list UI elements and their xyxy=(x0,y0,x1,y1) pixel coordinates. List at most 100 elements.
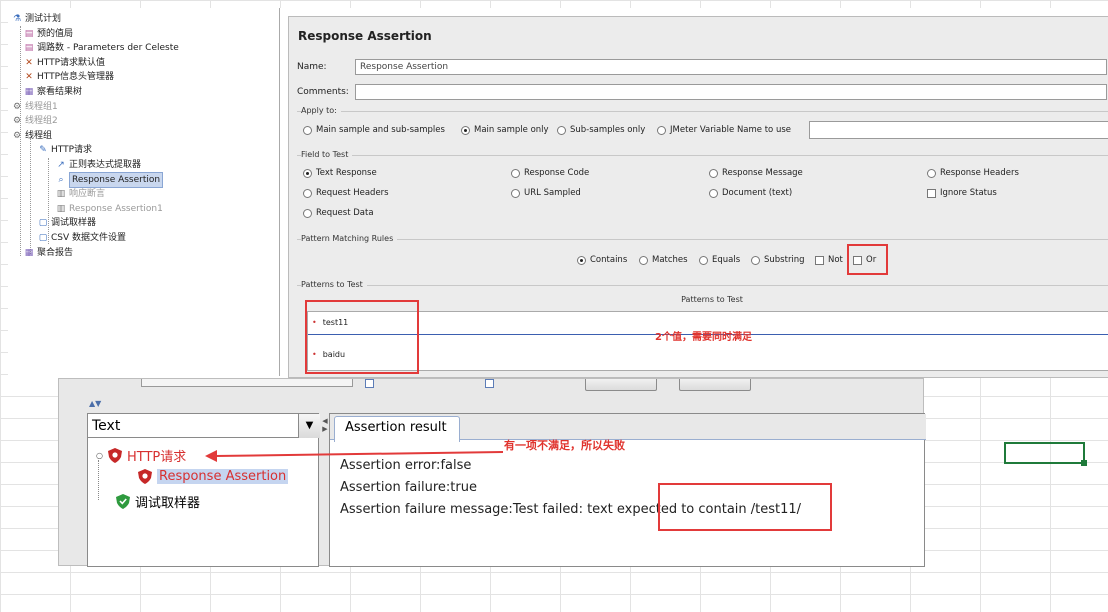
jmeter-window: ⚗ 测试计划 ▤ 预的值局 ▤ 调路数 - Parameters der Celeste ✕… xyxy=(8,8,1108,378)
case-checkbox[interactable] xyxy=(365,379,374,388)
tree-node[interactable]: ✎ HTTP请求 xyxy=(38,143,92,157)
field-request-headers-radio[interactable]: Request Headers xyxy=(303,188,389,198)
tree-node-label: 调试取样器 xyxy=(51,218,97,229)
apply-to-title: Apply to: xyxy=(301,106,341,115)
field-url-sampled-radio[interactable]: URL Sampled xyxy=(511,188,581,198)
assertion-panel: Response Assertion Name: Response Assert… xyxy=(288,16,1108,378)
patterns-column-header: Patterns to Test xyxy=(681,295,743,304)
tree-node-label: 响应断言 xyxy=(69,189,106,200)
sampler-icon: ▢ xyxy=(38,233,48,243)
rule-substring-radio[interactable]: Substring xyxy=(751,255,805,265)
rule-not-checkbox[interactable]: Not xyxy=(815,255,843,265)
collapse-arrows-icon[interactable]: ▲▼ xyxy=(89,399,101,408)
tree-node-label: CSV 数据文件设置 xyxy=(51,233,127,243)
pen-icon: ✎ xyxy=(39,145,47,156)
apply-sub-only-radio[interactable]: Sub-samples only xyxy=(557,125,645,135)
annotation-arrow-icon xyxy=(205,450,504,462)
apply-variable-radio[interactable]: JMeter Variable Name to use xyxy=(657,125,791,135)
field-text-response-radio[interactable]: Text Response xyxy=(303,168,377,178)
radio-icon xyxy=(557,125,566,135)
radio-icon xyxy=(303,208,312,218)
tree-node[interactable]: ⌕ Response Assertion xyxy=(56,171,164,188)
selected-cell[interactable] xyxy=(1004,442,1087,466)
tree-node-label: 测试计划 xyxy=(25,14,62,24)
search-field[interactable] xyxy=(141,379,353,387)
tree-node[interactable]: ▤ 预的值局 xyxy=(24,27,73,41)
result-item-response-assertion[interactable]: Response Assertion xyxy=(138,469,289,484)
radio-icon xyxy=(657,125,666,135)
tree-node[interactable]: ▢ CSV 数据文件设置 xyxy=(38,231,126,245)
tab-assertion-result[interactable]: Assertion result xyxy=(334,416,460,442)
sampler-icon: ▢ xyxy=(38,218,48,229)
search-button[interactable] xyxy=(585,379,657,391)
field-request-data-radio[interactable]: Request Data xyxy=(303,208,374,218)
tool-icon: ✕ xyxy=(25,72,33,83)
tree-node-label: 聚合报告 xyxy=(37,247,74,258)
apply-main-only-radio[interactable]: Main sample only xyxy=(461,125,549,135)
success-shield-icon xyxy=(116,494,130,509)
tree-node-label: 线程组2 xyxy=(25,116,58,127)
gear-icon: ⚙ xyxy=(12,116,22,127)
gear-icon: ⚙ xyxy=(12,101,22,112)
panel-title: Response Assertion xyxy=(298,29,432,43)
field-response-message-radio[interactable]: Response Message xyxy=(709,168,803,178)
chevron-down-icon[interactable]: ▼ xyxy=(298,414,320,438)
radio-icon xyxy=(709,168,718,178)
apply-main-and-sub-radio[interactable]: Main sample and sub-samples xyxy=(303,125,445,135)
tree-node-label: 察看结果树 xyxy=(37,87,83,97)
results-tree: Text ▼ ○ HTTP请求 Response Assertion 调试取样器 xyxy=(87,413,320,567)
tree-node[interactable]: ▥ Response Assertion1 xyxy=(56,202,163,216)
expand-icon[interactable]: ○ xyxy=(96,451,103,460)
pattern-matching-group xyxy=(297,239,1108,240)
renderer-combo[interactable]: Text ▼ xyxy=(88,414,320,438)
rule-matches-radio[interactable]: Matches xyxy=(639,255,688,265)
patterns-group xyxy=(297,285,1108,286)
result-item-http-request[interactable]: ○ HTTP请求 xyxy=(96,446,186,465)
patterns-title: Patterns to Test xyxy=(301,280,367,289)
tree-connector xyxy=(98,460,99,500)
tree-node[interactable]: ▢ 调试取样器 xyxy=(38,216,96,230)
field-response-headers-radio[interactable]: Response Headers xyxy=(927,168,1019,178)
assertion-icon: ▥ xyxy=(56,189,66,200)
radio-icon xyxy=(927,168,936,178)
annotation-two-values: 2个值，需要同时满足 xyxy=(655,332,752,343)
field-response-code-radio[interactable]: Response Code xyxy=(511,168,589,178)
comments-label: Comments: xyxy=(297,87,349,97)
rule-equals-radio[interactable]: Equals xyxy=(699,255,740,265)
radio-icon xyxy=(639,255,648,265)
tree-node[interactable]: ⚙ 线程组 xyxy=(12,129,52,143)
tree-node[interactable]: ▦ 聚合报告 xyxy=(24,246,73,260)
rule-contains-radio[interactable]: Contains xyxy=(577,255,627,265)
ignore-status-checkbox[interactable]: Ignore Status xyxy=(927,188,997,198)
reset-button[interactable] xyxy=(679,379,751,391)
assertion-failure-line: Assertion failure:true xyxy=(340,480,477,495)
field-document-text-radio[interactable]: Document (text) xyxy=(709,188,792,198)
fail-shield-icon xyxy=(107,448,122,463)
result-detail-panel: Assertion result Assertion error:false A… xyxy=(329,413,926,567)
tree-node[interactable]: ▤ 调路数 - Parameters der Celeste xyxy=(24,41,179,55)
regex-checkbox[interactable] xyxy=(485,379,494,388)
radio-icon xyxy=(709,188,718,198)
tree-node[interactable]: ✕ HTTP请求默认值 xyxy=(24,56,105,70)
name-field[interactable]: Response Assertion xyxy=(355,59,1107,75)
field-to-test-title: Field to Test xyxy=(301,150,353,159)
tree-node[interactable]: ⚙ 线程组2 xyxy=(12,114,58,128)
split-handle[interactable]: ◀ ▶ xyxy=(321,413,329,567)
tree-node[interactable]: ▥ 响应断言 xyxy=(56,187,105,201)
tree-node[interactable]: ▦ 察看结果树 xyxy=(24,85,82,99)
radio-icon xyxy=(461,125,470,135)
result-tabs: Assertion result xyxy=(330,414,926,442)
tool-icon: ✕ xyxy=(25,57,33,68)
radio-icon xyxy=(751,255,760,265)
tree-node[interactable]: ↗ 正则表达式提取器 xyxy=(56,158,141,172)
variable-name-field[interactable] xyxy=(809,121,1108,139)
fill-handle[interactable] xyxy=(1081,460,1087,466)
gear-icon: ⚙ xyxy=(12,130,22,141)
listener-icon: ▦ xyxy=(24,247,34,258)
test-plan-icon: ⚗ xyxy=(12,14,22,24)
comments-field[interactable] xyxy=(355,84,1107,100)
tree-node[interactable]: ✕ HTTP信息头管理器 xyxy=(24,70,114,84)
tree-node[interactable]: ⚙ 线程组1 xyxy=(12,100,58,114)
result-item-debug-sampler[interactable]: 调试取样器 xyxy=(116,492,200,511)
tree-node[interactable]: ⚗ 测试计划 xyxy=(12,12,61,26)
